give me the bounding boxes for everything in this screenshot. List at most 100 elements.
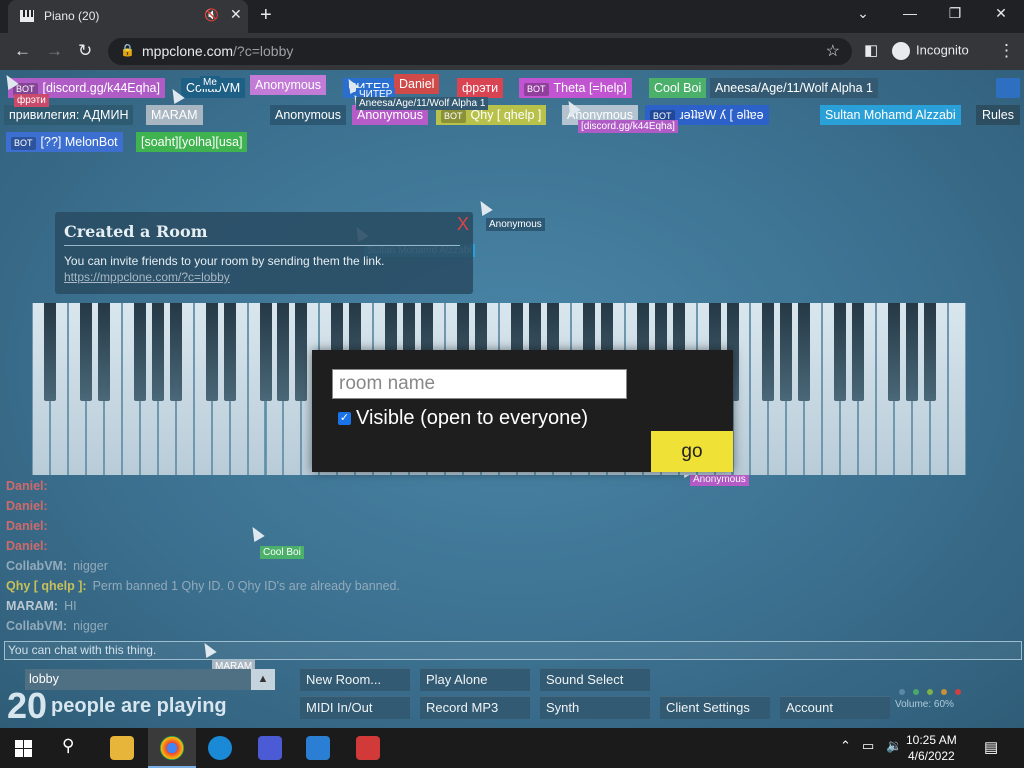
- nametag-label: Qhy [ qhelp ]: [470, 108, 542, 122]
- new-tab-button[interactable]: +: [260, 4, 272, 27]
- nametag-label: [soaht][yolha][usa]: [141, 135, 243, 149]
- notifications-icon[interactable]: ▤: [984, 738, 998, 756]
- tab-search-icon[interactable]: ⌄: [848, 5, 878, 22]
- black-key[interactable]: [223, 303, 236, 401]
- black-key[interactable]: [151, 303, 164, 401]
- close-tab-icon[interactable]: ✕: [230, 6, 242, 23]
- volume-icon[interactable]: 🔉: [886, 738, 902, 754]
- volume-control[interactable]: Volume: 60%: [895, 689, 961, 710]
- black-key[interactable]: [43, 303, 56, 401]
- black-key[interactable]: [133, 303, 146, 401]
- shield-icon[interactable]: [306, 736, 330, 760]
- minimize-button[interactable]: —: [895, 5, 925, 21]
- nametag-label: Daniel: [399, 77, 435, 91]
- restore-button[interactable]: ❐: [940, 5, 970, 22]
- black-key[interactable]: [79, 303, 92, 401]
- room-name-input[interactable]: [332, 369, 627, 399]
- account-button[interactable]: Account: [780, 696, 890, 719]
- black-key[interactable]: [852, 303, 865, 401]
- menu-kebab-icon[interactable]: ⋮: [998, 41, 1015, 61]
- client-settings-button[interactable]: Client Settings: [660, 696, 770, 719]
- piano-favicon-icon: [20, 10, 34, 22]
- rules-button[interactable]: Rules: [976, 105, 1020, 125]
- app-settings-icon[interactable]: [258, 736, 282, 760]
- user-nametag[interactable]: Cool Boi: [649, 78, 707, 98]
- address-bar[interactable]: 🔒 mppclone.com/?c=lobby ☆: [108, 38, 852, 65]
- play-alone-button[interactable]: Play Alone: [420, 668, 530, 691]
- black-key[interactable]: [798, 303, 811, 401]
- chat-text: Perm banned 1 Qhy ID. 0 Qhy ID's are alr…: [92, 579, 400, 593]
- user-nametag[interactable]: BOT [??] MelonBot: [6, 132, 123, 152]
- nametag-label: [??] MelonBot: [40, 135, 118, 149]
- black-key[interactable]: [169, 303, 182, 401]
- nametag-label: фрэти: [462, 81, 499, 95]
- side-panel-icon[interactable]: ◧: [864, 41, 878, 59]
- user-nametag[interactable]: MARAM: [146, 105, 203, 125]
- nametag-label: Theta [=help]: [553, 81, 627, 95]
- chat-message: Qhy [ qhelp ]: Perm banned 1 Qhy ID. 0 Qh…: [6, 576, 400, 596]
- midi-button[interactable]: MIDI In/Out: [300, 696, 410, 719]
- black-key[interactable]: [888, 303, 901, 401]
- chat-message: Daniel:: [6, 516, 400, 536]
- mpp-page: BOT[discord.gg/k44Eqha]CollabVMAnonymous…: [0, 70, 1024, 728]
- record-mp3-button[interactable]: Record MP3: [420, 696, 530, 719]
- browser-tab[interactable]: Piano (20) 🔇 ✕: [8, 0, 248, 33]
- visible-checkbox[interactable]: ✓: [338, 412, 351, 425]
- black-key[interactable]: [259, 303, 272, 401]
- black-key[interactable]: [906, 303, 919, 401]
- reload-icon[interactable]: ↻: [78, 41, 92, 61]
- search-icon[interactable]: ⚲: [62, 736, 74, 756]
- incognito-profile[interactable]: Incognito: [892, 42, 969, 60]
- cursor-label: фрэти: [14, 94, 49, 107]
- speaker-mute-icon[interactable]: 🔇: [204, 8, 219, 22]
- chat-toggle-icon[interactable]: [996, 78, 1020, 98]
- close-window-button[interactable]: ✕: [986, 5, 1016, 22]
- forward-icon[interactable]: →: [46, 41, 63, 61]
- room-link[interactable]: https://mppclone.com/?c=lobby: [64, 270, 230, 284]
- black-key[interactable]: [277, 303, 290, 401]
- user-nametag[interactable]: привилегия: АДМИН: [4, 105, 134, 125]
- user-nametag[interactable]: Daniel: [394, 74, 440, 94]
- recorder-icon[interactable]: [356, 736, 380, 760]
- nametag-label: Anonymous: [357, 108, 424, 122]
- black-key[interactable]: [924, 303, 937, 401]
- cursor-label: Me: [200, 76, 220, 89]
- notification-title: Created a Room: [64, 222, 208, 241]
- sound-select-button[interactable]: Sound Select: [540, 668, 650, 691]
- black-key[interactable]: [834, 303, 847, 401]
- user-nametag[interactable]: Sultan Mohamd Alzzabi: [820, 105, 961, 125]
- chevron-up-icon[interactable]: ⌃: [840, 738, 851, 754]
- black-key[interactable]: [205, 303, 218, 401]
- chat-input[interactable]: You can chat with this thing.: [4, 641, 1022, 660]
- user-nametag[interactable]: фрэти: [457, 78, 504, 98]
- black-key[interactable]: [295, 303, 308, 401]
- user-nametag[interactable]: Aneesa/Age/11/Wolf Alpha 1: [710, 78, 878, 98]
- new-room-button[interactable]: New Room...: [300, 668, 410, 691]
- chat-message: Daniel:: [6, 536, 400, 556]
- visible-option[interactable]: ✓ Visible (open to everyone): [338, 407, 588, 430]
- user-nametag[interactable]: BOT Theta [=help]: [519, 78, 632, 98]
- back-icon[interactable]: ←: [14, 41, 31, 61]
- taskbar-clock[interactable]: 10:25 AM 4/6/2022: [906, 732, 957, 764]
- network-icon[interactable]: ▭: [862, 738, 874, 754]
- black-key[interactable]: [97, 303, 110, 401]
- synth-button[interactable]: Synth: [540, 696, 650, 719]
- go-button[interactable]: go: [651, 431, 733, 472]
- user-nametag[interactable]: Anonymous: [250, 75, 327, 95]
- new-room-dialog: ✓ Visible (open to everyone) go: [312, 350, 733, 472]
- tab-title: Piano (20): [44, 9, 100, 23]
- white-key[interactable]: [948, 303, 966, 475]
- app-c-icon[interactable]: [208, 736, 232, 760]
- black-key[interactable]: [780, 303, 793, 401]
- notification-close-icon[interactable]: X: [457, 214, 469, 235]
- bookmark-star-icon[interactable]: ☆: [826, 41, 840, 61]
- chrome-icon[interactable]: [160, 736, 184, 760]
- chevron-up-icon[interactable]: ▲: [251, 669, 275, 690]
- user-nametag[interactable]: Anonymous: [270, 105, 347, 125]
- cursor-label: [discord.gg/k44Eqha]: [578, 120, 678, 133]
- windows-start-icon[interactable]: [15, 740, 32, 757]
- bot-badge: BOT: [441, 110, 466, 123]
- black-key[interactable]: [762, 303, 775, 401]
- file-explorer-icon[interactable]: [110, 736, 134, 760]
- user-nametag[interactable]: [soaht][yolha][usa]: [136, 132, 248, 152]
